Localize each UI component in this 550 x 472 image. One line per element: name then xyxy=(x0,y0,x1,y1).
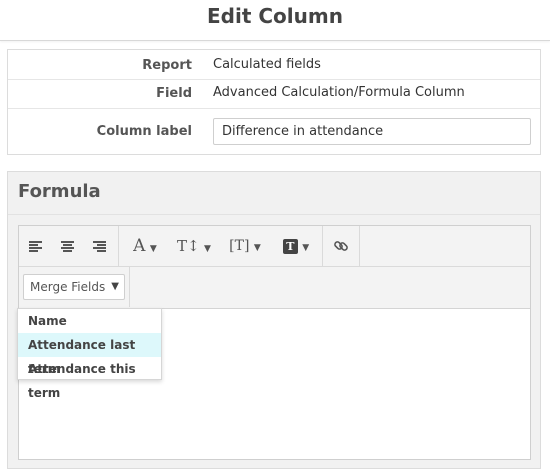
alignment-group xyxy=(19,226,119,266)
text-style-icon: T xyxy=(282,238,298,254)
chevron-down-icon: ▼ xyxy=(149,244,157,254)
format-button[interactable]: [T] ▼ xyxy=(224,236,266,256)
toolbar-row-1: A ▼ T↕ ▼ [T] ▼ T ▼ xyxy=(19,226,530,267)
field-row: Field Advanced Calculation/Formula Colum… xyxy=(8,79,540,109)
column-label-label: Column label xyxy=(96,124,192,139)
merge-fields-select[interactable]: Merge Fields ▼ xyxy=(23,274,125,300)
merge-fields-group: Merge Fields ▼ xyxy=(19,267,130,307)
align-right-button[interactable] xyxy=(91,236,109,256)
chevron-down-icon: ▼ xyxy=(253,243,261,253)
editor-toolbar: A ▼ T↕ ▼ [T] ▼ T ▼ Merge Fields ▼ xyxy=(19,226,530,309)
merge-fields-label: Merge Fields xyxy=(30,280,106,294)
field-label: Field xyxy=(156,86,192,101)
font-size-button[interactable]: T↕ ▼ xyxy=(174,236,214,256)
link-button[interactable] xyxy=(331,236,351,256)
font-icon: A xyxy=(133,236,146,256)
text-style-button[interactable]: T ▼ xyxy=(276,236,316,256)
align-right-icon xyxy=(93,241,106,252)
align-left-icon xyxy=(29,241,42,252)
merge-field-option-name[interactable]: Name xyxy=(18,309,161,333)
report-label: Report xyxy=(142,58,192,73)
page-title: Edit Column xyxy=(207,4,343,28)
font-button[interactable]: A ▼ xyxy=(126,236,164,256)
page-header: Edit Column xyxy=(0,0,550,41)
link-group xyxy=(322,226,360,266)
column-label-input[interactable]: Difference in attendance xyxy=(213,118,531,145)
report-row: Report Calculated fields xyxy=(8,50,540,80)
report-value: Calculated fields xyxy=(213,57,321,72)
formula-title: Formula xyxy=(18,181,101,202)
formatting-group: A ▼ T↕ ▼ [T] ▼ T ▼ xyxy=(118,226,323,266)
column-label-row: Column label Difference in attendance xyxy=(8,109,540,154)
font-size-icon: T↕ xyxy=(177,237,200,255)
merge-field-option-attendance-this-term[interactable]: Attendance this term xyxy=(18,357,161,400)
merge-field-option-attendance-last-term[interactable]: Attendance last term xyxy=(18,333,161,376)
chevron-down-icon: ▼ xyxy=(204,244,211,254)
align-center-button[interactable] xyxy=(59,236,77,256)
format-icon: [T] xyxy=(229,238,250,254)
align-center-icon xyxy=(61,241,74,252)
merge-fields-dropdown: Name Attendance last term Attendance thi… xyxy=(17,308,162,400)
formula-header-divider xyxy=(8,214,540,215)
column-info-panel: Report Calculated fields Field Advanced … xyxy=(7,49,541,155)
chevron-down-icon: ▼ xyxy=(302,243,310,253)
chevron-down-icon: ▼ xyxy=(111,281,119,292)
link-icon xyxy=(334,241,348,251)
align-left-button[interactable] xyxy=(27,236,45,256)
field-value: Advanced Calculation/Formula Column xyxy=(213,85,465,100)
